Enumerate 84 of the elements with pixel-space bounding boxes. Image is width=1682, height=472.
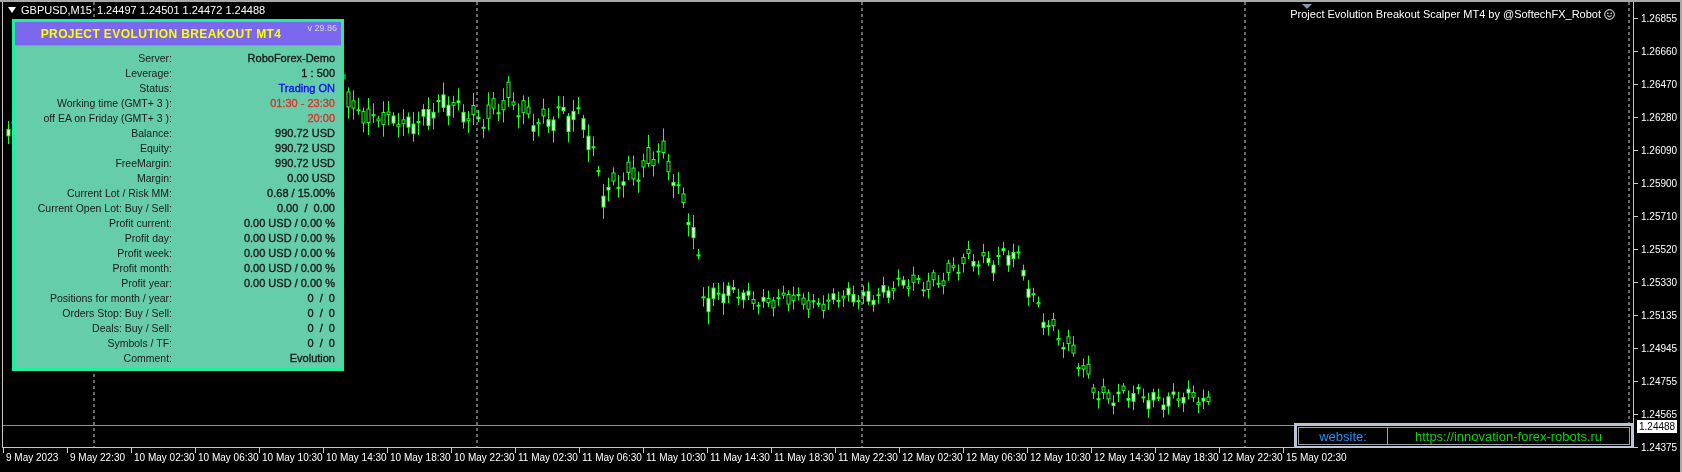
current-price-label: 1.24488 [1637, 420, 1678, 433]
info-label: Status: [139, 81, 172, 96]
time-label: 10 May 10:30 [259, 448, 323, 465]
time-label: 10 May 02:30 [131, 448, 195, 465]
price-quotes: 1.24497 1.24501 1.24472 1.24488 [96, 4, 266, 16]
price-label: 1.25330 [1634, 266, 1680, 299]
price-label: 1.25520 [1634, 233, 1680, 266]
info-value: 0 / 0 [307, 336, 335, 351]
info-label: Profit current: [108, 216, 172, 231]
info-label: Working time (GMT+ 3 ): [56, 96, 172, 111]
price-label: 1.26090 [1634, 134, 1680, 167]
time-label: 10 May 22:30 [451, 448, 515, 465]
price-label: 1.26470 [1634, 68, 1680, 101]
time-label: 11 May 10:30 [643, 448, 707, 465]
time-label: 11 May 18:30 [771, 448, 835, 465]
symbol-label: GBPUSD,M15 [21, 4, 92, 16]
version-label: v 29.86 [307, 23, 337, 33]
price-label: 1.25900 [1634, 167, 1680, 200]
price-label: 1.26660 [1634, 35, 1680, 68]
info-value: 0.00 USD / 0.00 % [243, 216, 335, 231]
info-label: FreeMargin: [115, 156, 172, 171]
info-value: 0 / 0 [307, 291, 335, 306]
info-value: 1 : 500 [301, 66, 335, 81]
info-value: 990.72 USD [275, 141, 335, 156]
info-label: Comment: [123, 351, 172, 366]
time-label: 11 May 02:30 [515, 448, 579, 465]
time-label: 12 May 02:30 [899, 448, 963, 465]
info-label: Margin: [137, 171, 172, 186]
time-label: 10 May 06:30 [195, 448, 259, 465]
time-label: 9 May 22:30 [67, 448, 131, 465]
time-label: 12 May 18:30 [1155, 448, 1219, 465]
time-label: 11 May 06:30 [579, 448, 643, 465]
info-label: Equity: [139, 141, 172, 156]
info-label: Positions for month / year: [50, 291, 172, 306]
info-value: 0.00 / 0.00 [276, 201, 335, 216]
info-value: 0.68 / 15.00% [267, 186, 335, 201]
price-label: 1.26280 [1634, 101, 1680, 134]
info-value: Trading ON [278, 81, 335, 96]
panel-title: PROJECT EVOLUTION BREAKOUT MT4 [40, 26, 282, 41]
price-label: 1.25710 [1634, 200, 1680, 233]
time-label: 10 May 14:30 [323, 448, 387, 465]
info-value: 0 / 0 [307, 306, 335, 321]
info-value: 0.00 USD [287, 171, 335, 186]
price-label: 1.26855 [1634, 2, 1680, 35]
website-link[interactable]: https://innovation-forex-robots.ru [1388, 427, 1630, 445]
indicator-title: Project Evolution Breakout Scalper MT4 by @SoftechFX_Robot [1290, 8, 1601, 20]
info-value: RoboForex-Demo [247, 51, 335, 66]
time-label: 11 May 14:30 [707, 448, 771, 465]
info-value: 20:00 [307, 111, 335, 126]
info-value: 0.00 USD / 0.00 % [243, 246, 335, 261]
time-label: 12 May 22:30 [1219, 448, 1283, 465]
time-label: 12 May 06:30 [963, 448, 1027, 465]
price-label: 1.25135 [1634, 299, 1680, 332]
info-label: Profit day: [124, 231, 172, 246]
price-label: 1.24375 [1634, 431, 1680, 464]
info-value: 990.72 USD [275, 156, 335, 171]
info-label: Profit year: [121, 276, 172, 291]
info-label: Orders Stop: Buy / Sell: [62, 306, 172, 321]
info-value: 0 / 0 [307, 321, 335, 336]
info-label: Balance: [131, 126, 172, 141]
info-value: 0.00 USD / 0.00 % [243, 231, 335, 246]
website-label: website: [1298, 427, 1388, 445]
time-label: 12 May 14:30 [1091, 448, 1155, 465]
time-label: 11 May 22:30 [835, 448, 899, 465]
info-value: Evolution [289, 351, 335, 366]
info-label: off EA on Friday (GMT+ 3 ): [43, 111, 172, 126]
time-label: 10 May 18:30 [387, 448, 451, 465]
time-label: 15 May 02:30 [1283, 448, 1347, 465]
info-label: Profit week: [117, 246, 172, 261]
info-label: Profit month: [112, 261, 172, 276]
time-label: 12 May 10:30 [1027, 448, 1091, 465]
info-label: Symbols / TF: [107, 336, 172, 351]
info-label: Current Open Lot: Buy / Sell: [37, 201, 172, 216]
info-label: Leverage: [125, 66, 172, 81]
price-label: 1.24945 [1634, 332, 1680, 365]
info-label: Deals: Buy / Sell: [92, 321, 172, 336]
info-label: Current Lot / Risk MM: [66, 186, 172, 201]
info-value: 01:30 - 23:30 [270, 96, 335, 111]
time-label: 9 May 2023 [3, 448, 67, 465]
info-value: 0.00 USD / 0.00 % [243, 261, 335, 276]
info-value: 990.72 USD [275, 126, 335, 141]
price-label: 1.24755 [1634, 365, 1680, 398]
info-value: 0.00 USD / 0.00 % [243, 276, 335, 291]
info-label: Server: [138, 51, 172, 66]
